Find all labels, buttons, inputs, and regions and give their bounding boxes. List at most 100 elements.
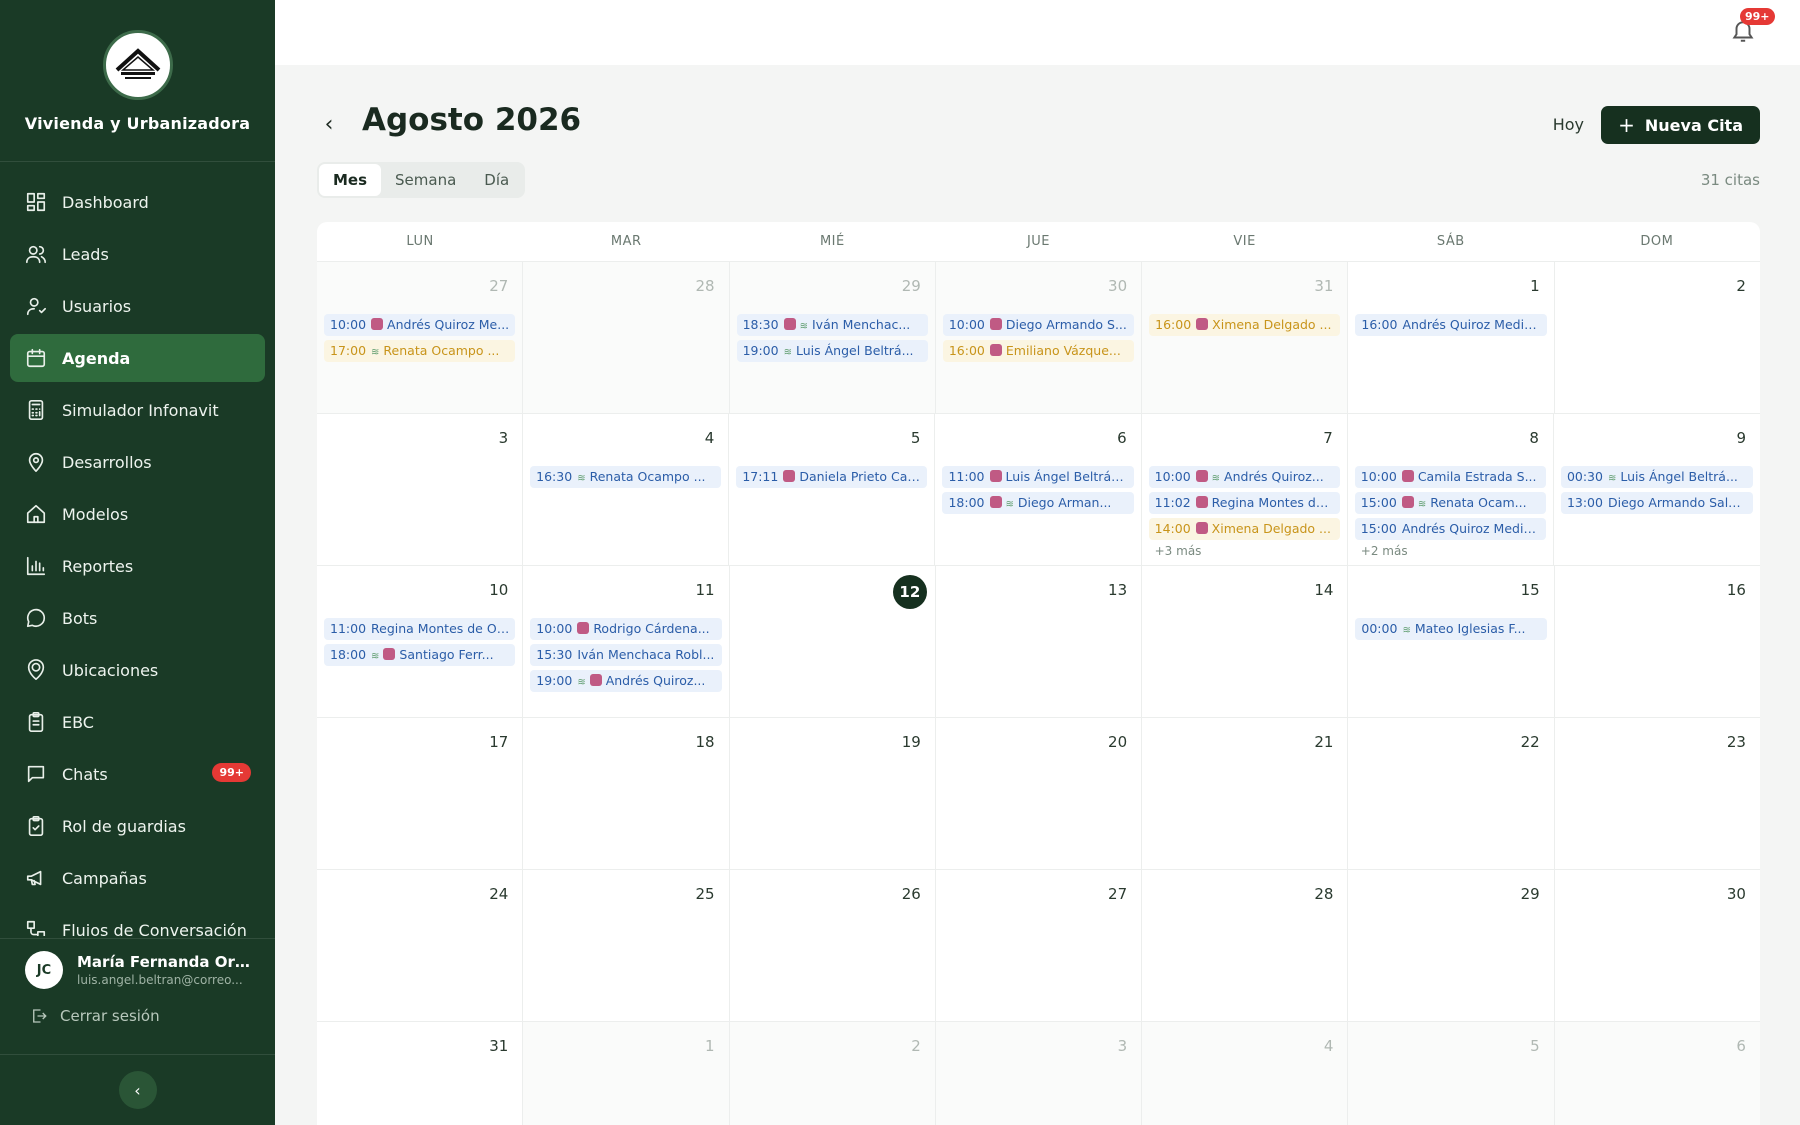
- calendar-day[interactable]: 15 00:00 ≋ Mateo Iglesias F...: [1348, 566, 1555, 717]
- sidebar-item-leads[interactable]: Leads: [10, 230, 265, 278]
- calendar-day[interactable]: 27 10:00 Andrés Quiroz Me... 17:00 ≋ Renata O…: [317, 262, 524, 413]
- sidebar-item-ubicaciones[interactable]: Ubicaciones: [10, 646, 265, 694]
- calendar-day[interactable]: 5: [1348, 1022, 1555, 1125]
- calendar-day[interactable]: 18: [523, 718, 730, 869]
- sidebar-item-flujos-de-conversacion[interactable]: Flujos de Conversación: [10, 906, 265, 936]
- calendar-day[interactable]: 29 18:30 ≋ Iván Menchac... 19:00 ≋ Luis Ángel …: [729, 262, 936, 413]
- sidebar-item-simulador-infonavit[interactable]: Simulador Infonavit: [10, 386, 265, 434]
- appointment-event[interactable]: 17:11 Daniela Prieto Can...: [736, 466, 928, 488]
- calendar-day[interactable]: 4 16:30 ≋ Renata Ocampo ...: [523, 414, 730, 565]
- appointment-event[interactable]: 15:30 Iván Menchaca Robl...: [530, 644, 722, 666]
- calendar-day[interactable]: 21: [1142, 718, 1349, 869]
- appointment-event[interactable]: 10:00 ≋ Andrés Quiroz...: [1148, 466, 1340, 488]
- calendar-day[interactable]: 6: [1554, 1022, 1760, 1125]
- appointment-event[interactable]: 16:00 Ximena Delgado ...: [1149, 314, 1341, 336]
- more-events-link[interactable]: +3 más: [1155, 544, 1340, 558]
- sidebar-item-rol-de-guardias[interactable]: Rol de guardias: [10, 802, 265, 850]
- brand-logo[interactable]: [102, 30, 173, 100]
- logout-button[interactable]: Cerrar sesión: [0, 989, 275, 1025]
- appointment-event[interactable]: 10:00 Rodrigo Cárdena...: [530, 618, 722, 640]
- calendar-day[interactable]: 11 10:00 Rodrigo Cárdena... 15:30 Iván Mench…: [523, 566, 730, 717]
- calendar-day[interactable]: 27: [936, 870, 1143, 1021]
- event-name: Diego Arman...: [1017, 495, 1112, 510]
- calendar-day[interactable]: 20: [936, 718, 1143, 869]
- next-month-button[interactable]: ›: [563, 112, 587, 137]
- sidebar-item-dashboard[interactable]: Dashboard: [10, 178, 265, 226]
- appointment-event[interactable]: 13:00 Diego Armando Salg...: [1560, 492, 1754, 514]
- sidebar-item-agenda[interactable]: Agenda: [10, 334, 265, 382]
- appointment-event[interactable]: 15:00 Andrés Quiroz Medin...: [1354, 518, 1546, 540]
- appointment-event[interactable]: 18:00 ≋ Diego Arman...: [942, 492, 1134, 514]
- sidebar-item-ebc[interactable]: EBC: [10, 698, 265, 746]
- sidebar-item-reportes[interactable]: Reportes: [10, 542, 265, 590]
- today-button[interactable]: Hoy: [1537, 106, 1600, 143]
- calendar-day[interactable]: 17: [317, 718, 524, 869]
- calendar-day[interactable]: 31: [317, 1022, 524, 1125]
- calendar-day[interactable]: 31 16:00 Ximena Delgado ...: [1142, 262, 1349, 413]
- more-events-link[interactable]: +2 más: [1361, 544, 1546, 558]
- notifications-button[interactable]: 99+: [1730, 8, 1775, 48]
- sidebar-item-chats[interactable]: Chats 99+: [10, 750, 265, 798]
- calendar-day[interactable]: 1 16:00 Andrés Quiroz Medin...: [1348, 262, 1555, 413]
- calendar-day[interactable]: 13: [936, 566, 1143, 717]
- appointment-event[interactable]: 10:00 Andrés Quiroz Me...: [324, 314, 516, 336]
- appointment-event[interactable]: 10:00 Diego Armando S...: [942, 314, 1135, 336]
- calendar-day[interactable]: 28: [523, 262, 730, 413]
- calendar-day[interactable]: 3: [317, 414, 524, 565]
- tab-semana[interactable]: Semana: [381, 164, 470, 196]
- calendar-day[interactable]: 22: [1348, 718, 1555, 869]
- appointment-event[interactable]: 18:30 ≋ Iván Menchac...: [736, 314, 928, 336]
- appointment-event[interactable]: 11:00 Luis Ángel Beltrán...: [942, 466, 1134, 488]
- calendar-day[interactable]: 12: [730, 566, 936, 717]
- day-number: 13: [1108, 581, 1128, 599]
- sidebar-item-campanas[interactable]: Campañas: [10, 854, 265, 902]
- appointment-event[interactable]: 16:00 Emiliano Vázque...: [942, 340, 1135, 362]
- calendar-day[interactable]: 8 10:00 Camila Estrada S... 15:00 ≋ Renata Oc…: [1348, 414, 1554, 565]
- calendar-day[interactable]: 30 10:00 Diego Armando S... 16:00 Emiliano V…: [935, 262, 1143, 413]
- calendar-day[interactable]: 2: [1555, 262, 1760, 413]
- calendar-day[interactable]: 14: [1142, 566, 1349, 717]
- tab-mes[interactable]: Mes: [319, 164, 382, 196]
- appointment-event[interactable]: 00:30 ≋ Luis Ángel Beltrá...: [1560, 466, 1754, 488]
- sidebar-item-modelos[interactable]: Modelos: [10, 490, 265, 538]
- appointment-event[interactable]: 00:00 ≋ Mateo Iglesias F...: [1355, 618, 1547, 640]
- calendar-day[interactable]: 9 00:30 ≋ Luis Ángel Beltrá... 13:00 Diego Ar…: [1554, 414, 1760, 565]
- appointment-event[interactable]: 18:00 ≋ Santiago Ferr...: [324, 644, 516, 666]
- appointment-event[interactable]: 16:00 Andrés Quiroz Medin...: [1355, 314, 1547, 336]
- sidebar-item-desarrollos[interactable]: Desarrollos: [10, 438, 265, 486]
- appointment-event[interactable]: 11:00 Regina Montes de Oc...: [324, 618, 516, 640]
- calendar-day[interactable]: 26: [730, 870, 936, 1021]
- calendar-day[interactable]: 25: [523, 870, 730, 1021]
- appointment-event[interactable]: 15:00 ≋ Renata Ocam...: [1354, 492, 1546, 514]
- calendar-day[interactable]: 29: [1348, 870, 1555, 1021]
- appointment-event[interactable]: 11:02 Regina Montes de...: [1148, 492, 1340, 514]
- appointment-event[interactable]: 16:30 ≋ Renata Ocampo ...: [530, 466, 722, 488]
- calendar-day[interactable]: 19: [730, 718, 936, 869]
- calendar-day[interactable]: 30: [1555, 870, 1760, 1021]
- prev-month-button[interactable]: ‹: [317, 112, 341, 137]
- calendar-day[interactable]: 2: [729, 1022, 936, 1125]
- calendar-day[interactable]: 7 10:00 ≋ Andrés Quiroz... 11:02 Regina Monte…: [1142, 414, 1348, 565]
- user-profile[interactable]: JC María Fernanda Orte... luis.angel.bel…: [0, 939, 275, 989]
- calendar-day[interactable]: 16: [1555, 566, 1760, 717]
- appointment-event[interactable]: 19:00 ≋ Andrés Quiroz...: [530, 670, 722, 692]
- calendar-day[interactable]: 1: [523, 1022, 730, 1125]
- appointment-event[interactable]: 10:00 Camila Estrada S...: [1354, 466, 1546, 488]
- appointment-event[interactable]: 17:00 ≋ Renata Ocampo ...: [324, 340, 516, 362]
- calendar-day[interactable]: 23: [1555, 718, 1760, 869]
- calendar-day[interactable]: 6 11:00 Luis Ángel Beltrán... 18:00 ≋ Diego A…: [935, 414, 1142, 565]
- appointment-event[interactable]: 14:00 Ximena Delgado ...: [1148, 518, 1340, 540]
- calendar-day[interactable]: 3: [935, 1022, 1143, 1125]
- calendar-day[interactable]: 4: [1142, 1022, 1349, 1125]
- calendar-day[interactable]: 28: [1142, 870, 1349, 1021]
- collapse-sidebar-button[interactable]: ‹: [118, 1071, 157, 1109]
- day-number: 14: [1314, 581, 1334, 599]
- calendar-day[interactable]: 5 17:11 Daniela Prieto Can...: [729, 414, 936, 565]
- tab-dia[interactable]: Día: [470, 164, 523, 196]
- new-appointment-button[interactable]: + Nueva Cita: [1601, 106, 1760, 144]
- sidebar-item-usuarios[interactable]: Usuarios: [10, 282, 265, 330]
- appointment-event[interactable]: 19:00 ≋ Luis Ángel Beltrá...: [736, 340, 928, 362]
- calendar-day[interactable]: 10 11:00 Regina Montes de Oc... 18:00 ≋ Santi…: [317, 566, 524, 717]
- calendar-day[interactable]: 24: [317, 870, 524, 1021]
- sidebar-item-bots[interactable]: Bots: [10, 594, 265, 642]
